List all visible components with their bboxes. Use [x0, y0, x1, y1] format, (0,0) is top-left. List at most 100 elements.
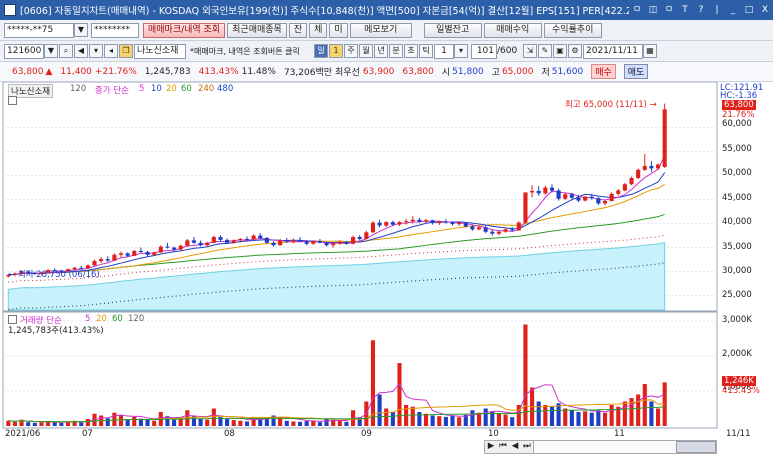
executed-button[interactable]: 체 — [309, 22, 328, 38]
scroll-first-icon[interactable]: ⏮ — [497, 441, 509, 453]
notice-text: *매매마크, 내역은 조회버튼 클릭 — [190, 46, 300, 56]
page-count-input[interactable]: 101 — [471, 43, 497, 59]
volume-bar — [297, 421, 303, 426]
sell-button[interactable]: 매도 — [623, 64, 649, 79]
high-label: 고 — [491, 68, 500, 78]
search-icon[interactable]: ⌕ — [59, 44, 73, 58]
candle-body — [510, 229, 515, 231]
scroll-back-icon[interactable]: ◀ — [509, 441, 521, 453]
scroll-thumb[interactable] — [676, 441, 716, 453]
volume-bar — [397, 363, 402, 426]
link-icon[interactable]: ㅁ — [631, 4, 643, 16]
volume-bar — [423, 413, 429, 426]
account-dropdown-icon[interactable]: ▼ — [74, 23, 88, 37]
zoom-icon[interactable]: ⇲ — [523, 44, 537, 58]
volume-bar — [536, 401, 541, 426]
candle-body — [158, 246, 163, 253]
expand-icon[interactable] — [8, 96, 17, 105]
stock-code-input[interactable]: 121600 — [4, 43, 44, 59]
period-day[interactable]: 일 — [314, 44, 328, 58]
separator: | — [715, 5, 719, 15]
volume-bar — [609, 405, 614, 426]
candle-body — [622, 184, 627, 191]
scroll-prev-icon[interactable]: ▶ — [485, 441, 497, 453]
trade-profit-button[interactable]: 매매수익 — [483, 22, 542, 38]
minimize-icon[interactable]: _ — [727, 4, 739, 16]
volume-bar — [211, 408, 216, 426]
split-icon[interactable]: ◫ — [647, 4, 659, 16]
sound-icon[interactable]: ◀ — [74, 44, 88, 58]
interval-input[interactable]: 1 — [434, 43, 454, 59]
candle-body — [523, 192, 528, 223]
x-tick-2021-06: 2021/06 — [5, 429, 41, 439]
profit-trend-button[interactable]: 수익률추이 — [543, 22, 602, 38]
ma-period-480: 480 — [217, 84, 234, 94]
period-week[interactable]: 주 — [344, 44, 358, 58]
memo-button[interactable]: 메모보기 — [349, 22, 412, 38]
volume-bar — [238, 420, 243, 426]
x-tick-11: 11 — [614, 429, 625, 439]
period-count[interactable]: 1 — [329, 44, 343, 58]
volume-bar — [172, 419, 177, 426]
volume-bar — [437, 416, 442, 426]
trade-mark-button[interactable]: 매매마크/내역 조회 — [143, 22, 226, 38]
candle-body — [377, 222, 382, 226]
interval-dropdown-icon[interactable]: ▾ — [454, 44, 468, 58]
buy-button[interactable]: 매수 — [591, 64, 616, 79]
candle-body — [536, 190, 541, 194]
x-tick-07: 07 — [82, 429, 93, 439]
favorite-icon[interactable]: ❐ — [119, 44, 133, 58]
candle-body — [317, 241, 322, 243]
balance-button[interactable]: 잔 — [288, 22, 308, 38]
candle-body — [297, 239, 303, 242]
candle-body — [324, 242, 329, 246]
volume-bar — [85, 419, 90, 426]
save-icon[interactable]: ▣ — [553, 44, 567, 58]
volume-bar — [79, 422, 84, 426]
chart-area[interactable]: 나노신소재 120 종가 단순 5 10 20 60 240 480 LC:12… — [0, 81, 773, 457]
period-minute[interactable]: 분 — [389, 44, 403, 58]
ma-period-20: 20 — [166, 84, 177, 94]
volume-bar — [602, 412, 608, 426]
candle-body — [145, 251, 150, 255]
gear-icon[interactable]: ⚙ — [568, 44, 582, 58]
calendar-icon[interactable]: ▦ — [643, 44, 657, 58]
close-icon[interactable]: X — [759, 4, 771, 16]
recent-trades-button[interactable]: 최근매매종목 — [227, 22, 287, 38]
volume-bar — [324, 419, 329, 426]
scroll-track[interactable] — [533, 441, 676, 453]
volume-expand-icon[interactable] — [8, 315, 17, 324]
period-tick[interactable]: 틱 — [419, 44, 433, 58]
period-second[interactable]: 초 — [404, 44, 418, 58]
code-dropdown-icon[interactable]: ▼ — [44, 44, 58, 58]
draw-icon[interactable]: ✎ — [538, 44, 552, 58]
volume-bar — [483, 408, 488, 426]
maximize-icon[interactable]: □ — [743, 4, 755, 16]
candle-body — [370, 222, 376, 233]
prev-icon[interactable]: ◂ — [104, 44, 118, 58]
password-field[interactable]: ******** — [91, 22, 139, 38]
candlestick-chart[interactable] — [0, 81, 773, 457]
candle-body — [496, 231, 501, 234]
volume-bar — [291, 421, 296, 426]
unfilled-button[interactable]: 미 — [329, 22, 348, 38]
scroll-end-icon[interactable]: ⏭ — [521, 441, 533, 453]
candle-body — [271, 242, 276, 246]
high-price: 65,000 — [501, 66, 534, 77]
x-tick-10: 10 — [488, 429, 499, 439]
volume-bar — [105, 418, 110, 426]
account-select[interactable]: *****-**75 — [4, 22, 74, 38]
period-month[interactable]: 월 — [359, 44, 373, 58]
daily-balance-button[interactable]: 일별잔고 — [423, 22, 482, 38]
font-icon[interactable]: T — [679, 4, 691, 16]
volume-bar — [205, 419, 210, 426]
volume-bar — [284, 420, 289, 426]
candle-body — [105, 259, 110, 261]
volume-bar — [304, 421, 309, 426]
period-year[interactable]: 년 — [374, 44, 388, 58]
menu-icon[interactable]: ▾ — [89, 44, 103, 58]
date-input[interactable]: 2021/11/11 — [583, 43, 643, 59]
help-icon[interactable]: ? — [695, 4, 707, 16]
window-icon[interactable]: ㅁ — [663, 4, 675, 16]
stock-name-field: 나노신소재 — [134, 43, 186, 59]
